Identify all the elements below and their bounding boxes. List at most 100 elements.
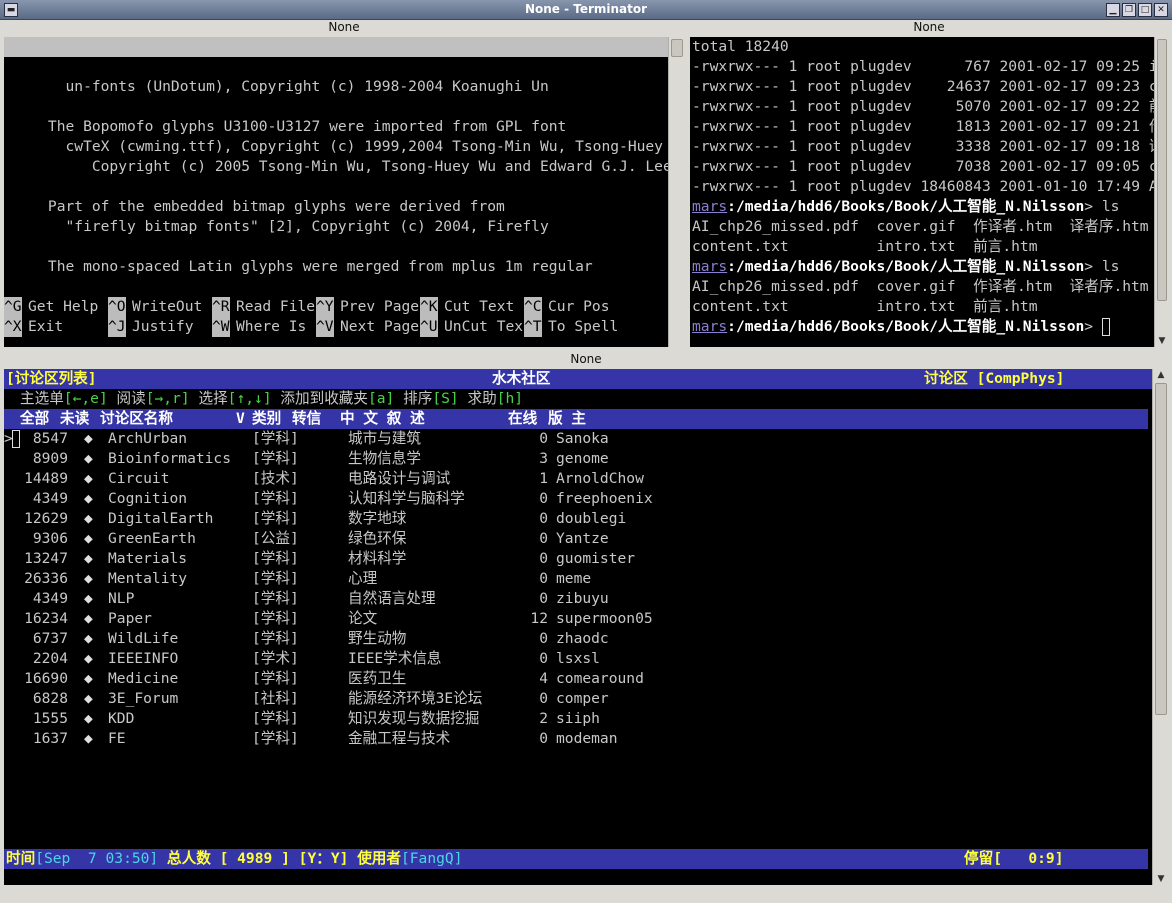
board-online: 12 — [530, 610, 548, 627]
board-row[interactable]: 4349 ◆ Cognition [学科] 认知科学与脑科学 0 freephoenix — [20, 489, 1120, 509]
board-count: 6737 — [32, 630, 68, 647]
board-online: 0 — [539, 550, 548, 567]
shell-prompt-3[interactable]: mars:/media/hdd6/Books/Book/人工智能_N.Nilss… — [692, 317, 1110, 337]
board-count: 12629 — [24, 510, 68, 527]
board-desc: 电路设计与调试 — [348, 470, 451, 487]
board-cat: [学科] — [252, 490, 299, 507]
nano-text-line: The Bopomofo glyphs U3100-U3127 were imp… — [4, 118, 567, 135]
diamond-icon: ◆ — [84, 670, 93, 687]
nano-text-line: Part of the embedded bitmap glyphs were … — [4, 198, 505, 215]
ls-listing-row: -rwxrwx--- 1 root plugdev 7038 2001-02-1… — [692, 158, 1154, 175]
board-row[interactable]: 6737 ◆ WildLife [学科] 野生动物 0 zhaodc — [20, 629, 1120, 649]
board-cat: [学科] — [252, 550, 299, 567]
board-row[interactable]: 1555 ◆ KDD [学科] 知识发现与数据挖掘 2 siiph — [20, 709, 1120, 729]
nano-shortcut-key: ^G — [4, 297, 22, 317]
pane-title-top-left: None — [4, 20, 684, 36]
board-desc: 金融工程与技术 — [348, 730, 451, 747]
nano-text-line: "firefly bitmap fonts" [2], Copyright (c… — [4, 218, 549, 235]
shell-scrollbar[interactable]: ▼ — [1154, 37, 1169, 347]
board-cat: [学科] — [252, 710, 299, 727]
board-row[interactable]: 2204 ◆ IEEEINFO [学术] IEEE学术信息 0 lsxsl — [20, 649, 1120, 669]
board-desc: 医药卫生 — [348, 670, 407, 687]
board-mod: zhaodc — [556, 630, 609, 647]
board-name: KDD — [108, 710, 135, 727]
board-count: 4349 — [32, 590, 68, 607]
nano-shortcut-key: ^Y — [316, 297, 334, 317]
diamond-icon: ◆ — [84, 630, 93, 647]
minimize-icon[interactable]: ▁ — [1106, 3, 1120, 17]
board-online: 0 — [539, 650, 548, 667]
col-category: 类别 — [252, 410, 282, 427]
board-row[interactable]: 8909 ◆ Bioinformatics [学科] 生物信息学 3 genome — [20, 449, 1120, 469]
nano-shortcut-label: Prev Page — [340, 298, 420, 315]
board-mod: ArnoldChow — [556, 470, 644, 487]
nano-scrollbar[interactable] — [668, 37, 685, 347]
nano-scroll-thumb[interactable] — [671, 39, 683, 57]
diamond-icon: ◆ — [84, 510, 93, 527]
board-row[interactable]: 8547 ◆ ArchUrban [学科] 城市与建筑 0 Sanoka — [20, 429, 1120, 449]
diamond-icon: ◆ — [84, 530, 93, 547]
board-desc: 自然语言处理 — [348, 590, 436, 607]
board-count: 9306 — [32, 530, 68, 547]
ls-listing-row: -rwxrwx--- 1 root plugdev 18460843 2001-… — [692, 178, 1154, 195]
scroll-down-icon[interactable]: ▼ — [1153, 873, 1169, 885]
bbs-terminal[interactable]: [讨论区列表] 水木社区 讨论区 [CompPhys] 主选单[←,e] 阅读[… — [4, 369, 1152, 885]
nano-shortcut-key: ^U — [420, 317, 438, 337]
nano-shortcut-label: Where Is — [236, 318, 307, 335]
scroll-down-icon[interactable]: ▼ — [1155, 335, 1169, 347]
board-row[interactable]: 14489 ◆ Circuit [技术] 电路设计与调试 1 ArnoldChow — [20, 469, 1120, 489]
diamond-icon: ◆ — [84, 450, 93, 467]
board-cat: [学术] — [252, 650, 299, 667]
board-online: 0 — [539, 510, 548, 527]
board-row[interactable]: 1637 ◆ FE [学科] 金融工程与技术 0 modeman — [20, 729, 1120, 749]
board-desc: 心理 — [348, 570, 378, 587]
nano-terminal[interactable]: GNU nano 2.0.7 File: README un-fonts (Un… — [4, 37, 668, 347]
board-count: 13247 — [24, 550, 68, 567]
board-row[interactable]: 16690 ◆ Medicine [学科] 医药卫生 4 comearound — [20, 669, 1120, 689]
text-cursor — [1101, 318, 1110, 336]
restore-icon[interactable]: □ — [1138, 3, 1152, 17]
board-row[interactable]: 26336 ◆ Mentality [学科] 心理 0 meme — [20, 569, 1120, 589]
nano-shortcut-key: ^J — [108, 317, 126, 337]
board-cat: [学科] — [252, 430, 299, 447]
nano-text-line: cwTeX (cwming.ttf), Copyright (c) 1999,2… — [4, 138, 668, 155]
board-row[interactable]: 6828 ◆ 3E_Forum [社科] 能源经济环境3E论坛 0 comper — [20, 689, 1120, 709]
board-mod: lsxsl — [556, 650, 600, 667]
shell-terminal[interactable]: total 18240 -rwxrwx--- 1 root plugdev 76… — [690, 37, 1154, 347]
diamond-icon: ◆ — [84, 490, 93, 507]
scroll-up-icon[interactable]: ▲ — [1153, 369, 1169, 381]
shell-scroll-thumb[interactable] — [1157, 39, 1167, 301]
maximize-icon[interactable]: ❐ — [1122, 3, 1136, 17]
board-row[interactable]: 9306 ◆ GreenEarth [公益] 绿色环保 0 Yantze — [20, 529, 1120, 549]
window-titlebar[interactable]: ▬ None - Terminator ▁ ❐ □ ✕ — [0, 0, 1172, 20]
board-cat: [社科] — [252, 690, 299, 707]
nano-shortcut-key: ^W — [212, 317, 230, 337]
col-all: 全部 — [20, 410, 50, 427]
nano-shortcut-label: Justify — [132, 318, 194, 335]
board-name: GreenEarth — [108, 530, 196, 547]
board-row[interactable]: 13247 ◆ Materials [学科] 材料科学 0 guomister — [20, 549, 1120, 569]
board-row[interactable]: 16234 ◆ Paper [学科] 论文 12 supermoon05 — [20, 609, 1120, 629]
bbs-section-title: [讨论区列表] — [6, 370, 97, 387]
bbs-scrollbar[interactable]: ▲ ▼ — [1152, 369, 1169, 885]
board-online: 3 — [539, 450, 548, 467]
diamond-icon: ◆ — [84, 570, 93, 587]
col-v: V — [236, 410, 245, 427]
bbs-site-name: 水木社区 — [492, 370, 551, 387]
bbs-scroll-thumb[interactable] — [1155, 383, 1167, 715]
board-name: IEEEINFO — [108, 650, 179, 667]
board-online: 0 — [539, 630, 548, 647]
window-title: None - Terminator — [524, 2, 648, 16]
nano-shortcut-label: To Spell — [548, 318, 619, 335]
board-desc: 野生动物 — [348, 630, 407, 647]
board-mod: meme — [556, 570, 592, 587]
board-cat: [学科] — [252, 730, 299, 747]
nano-shortcut-label: Exit — [28, 318, 64, 335]
diamond-icon: ◆ — [84, 550, 93, 567]
board-cat: [学科] — [252, 510, 299, 527]
nano-shortcut-key: ^R — [212, 297, 230, 317]
board-row[interactable]: 4349 ◆ NLP [学科] 自然语言处理 0 zibuyu — [20, 589, 1120, 609]
close-icon[interactable]: ✕ — [1154, 3, 1168, 17]
board-cat: [学科] — [252, 590, 299, 607]
board-row[interactable]: 12629 ◆ DigitalEarth [学科] 数字地球 0 doublegi — [20, 509, 1120, 529]
